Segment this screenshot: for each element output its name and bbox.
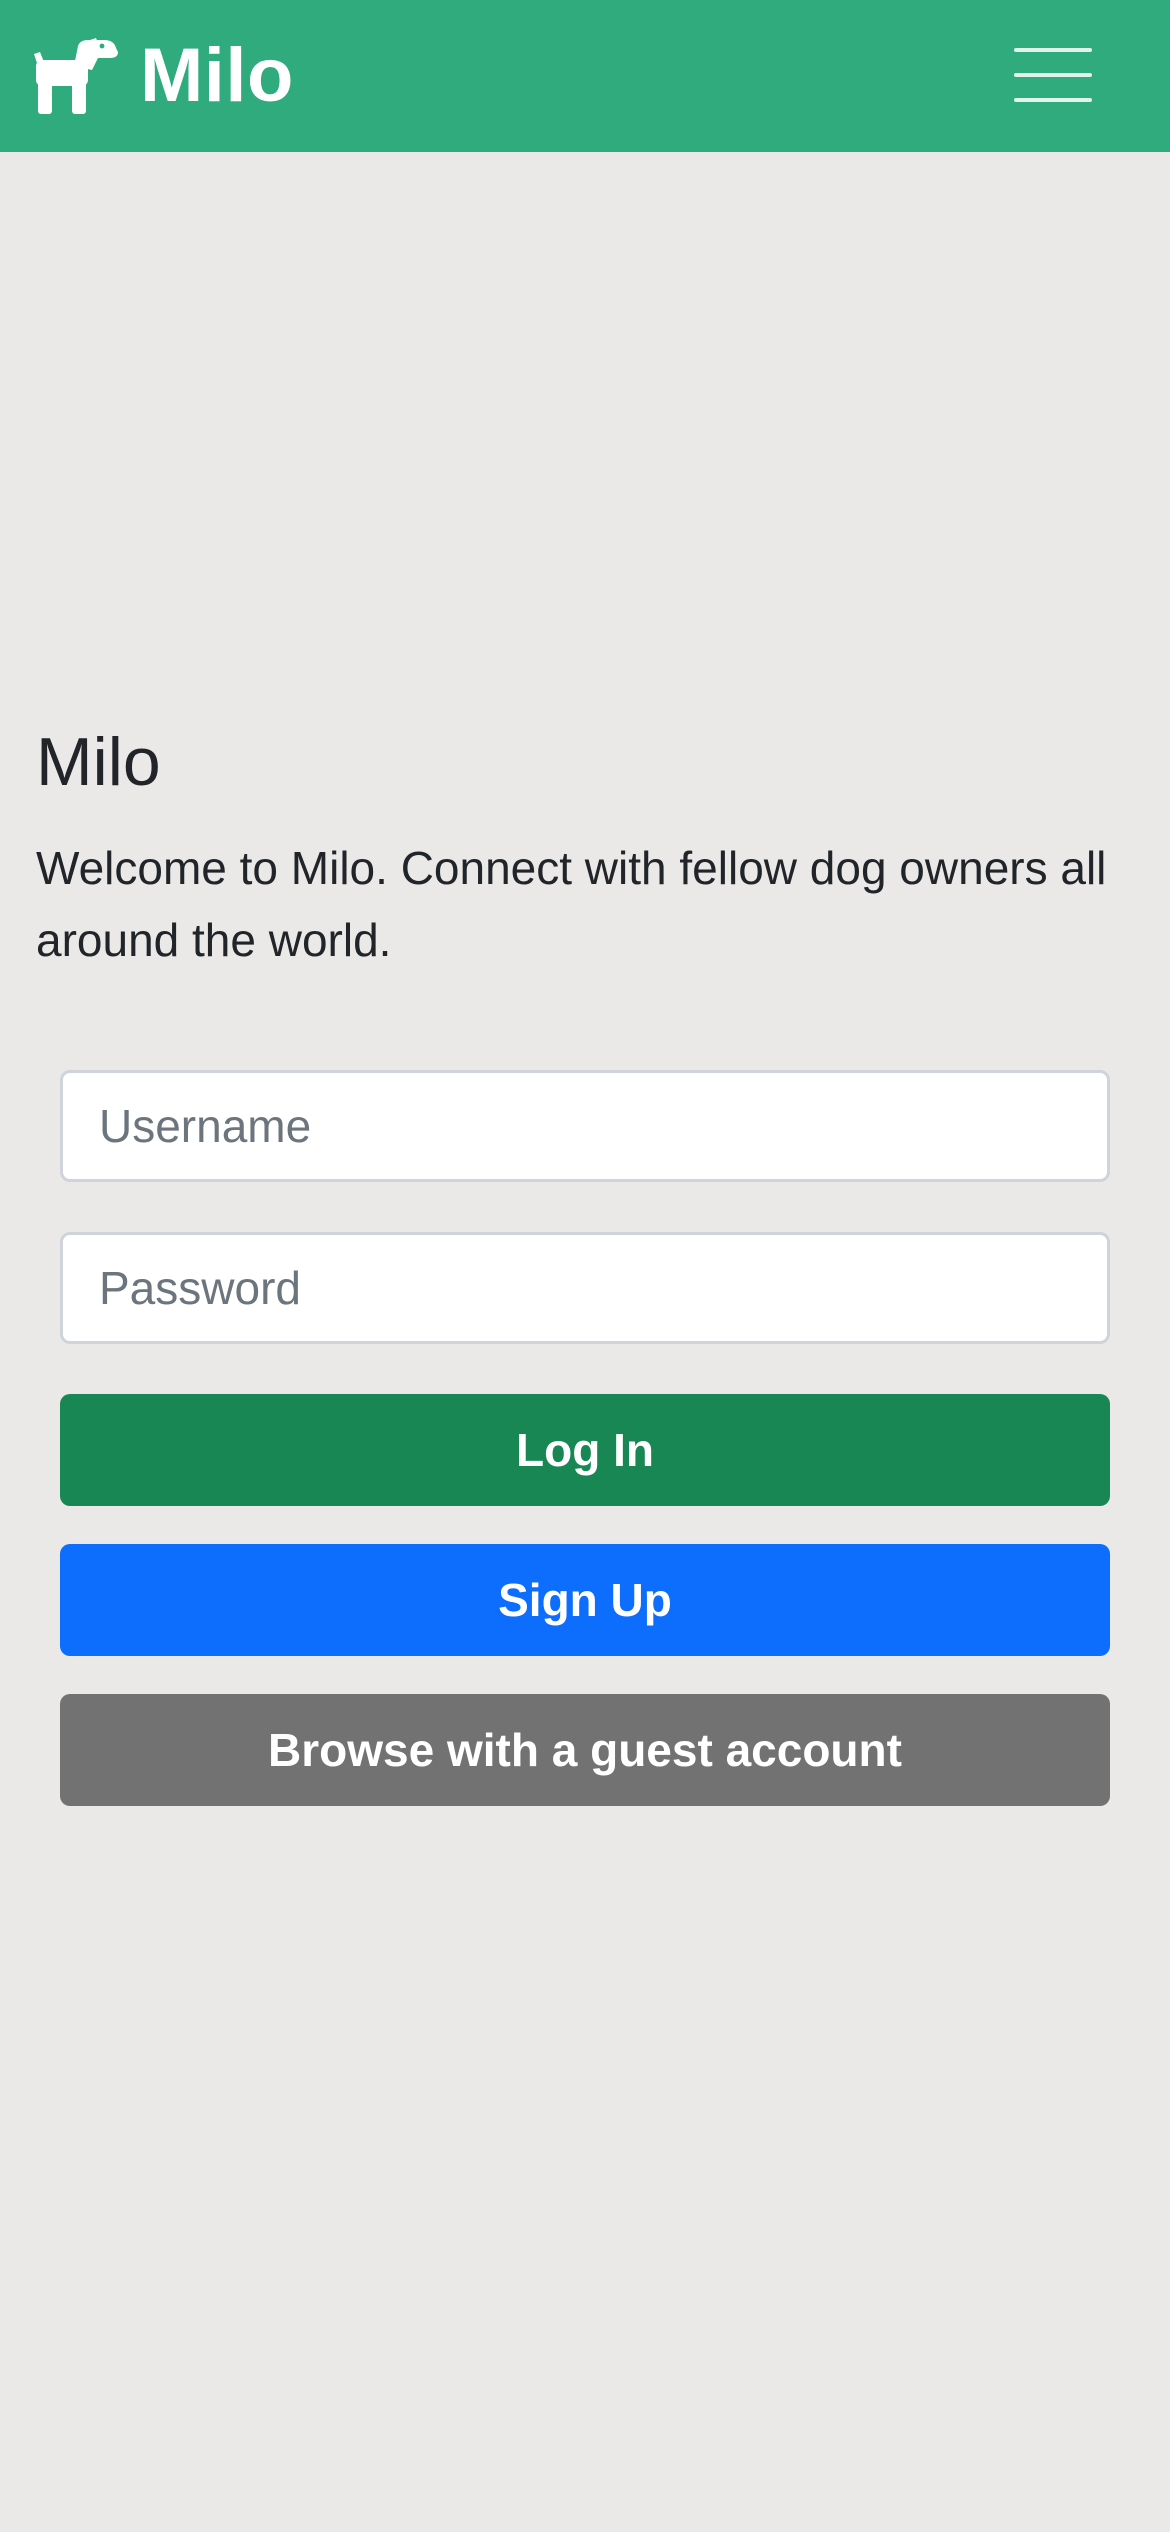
navbar: Milo bbox=[0, 0, 1170, 152]
guest-account-button[interactable]: Browse with a guest account bbox=[60, 1694, 1110, 1806]
password-input[interactable] bbox=[60, 1232, 1110, 1344]
login-button[interactable]: Log In bbox=[60, 1394, 1110, 1506]
hamburger-menu-icon-line-top bbox=[1014, 48, 1092, 52]
brand-name: Milo bbox=[140, 33, 294, 118]
hamburger-menu-icon-line-bottom bbox=[1014, 98, 1092, 102]
welcome-text: Welcome to Milo. Connect with fellow dog… bbox=[36, 842, 1107, 966]
brand-link[interactable]: Milo bbox=[34, 36, 294, 116]
hamburger-menu-icon-line-middle bbox=[1014, 73, 1092, 77]
hamburger-menu-button[interactable] bbox=[1014, 46, 1092, 104]
username-input[interactable] bbox=[60, 1070, 1110, 1182]
page-title: Milo bbox=[36, 724, 161, 800]
signup-button[interactable]: Sign Up bbox=[60, 1544, 1110, 1656]
dog-icon bbox=[34, 38, 118, 114]
